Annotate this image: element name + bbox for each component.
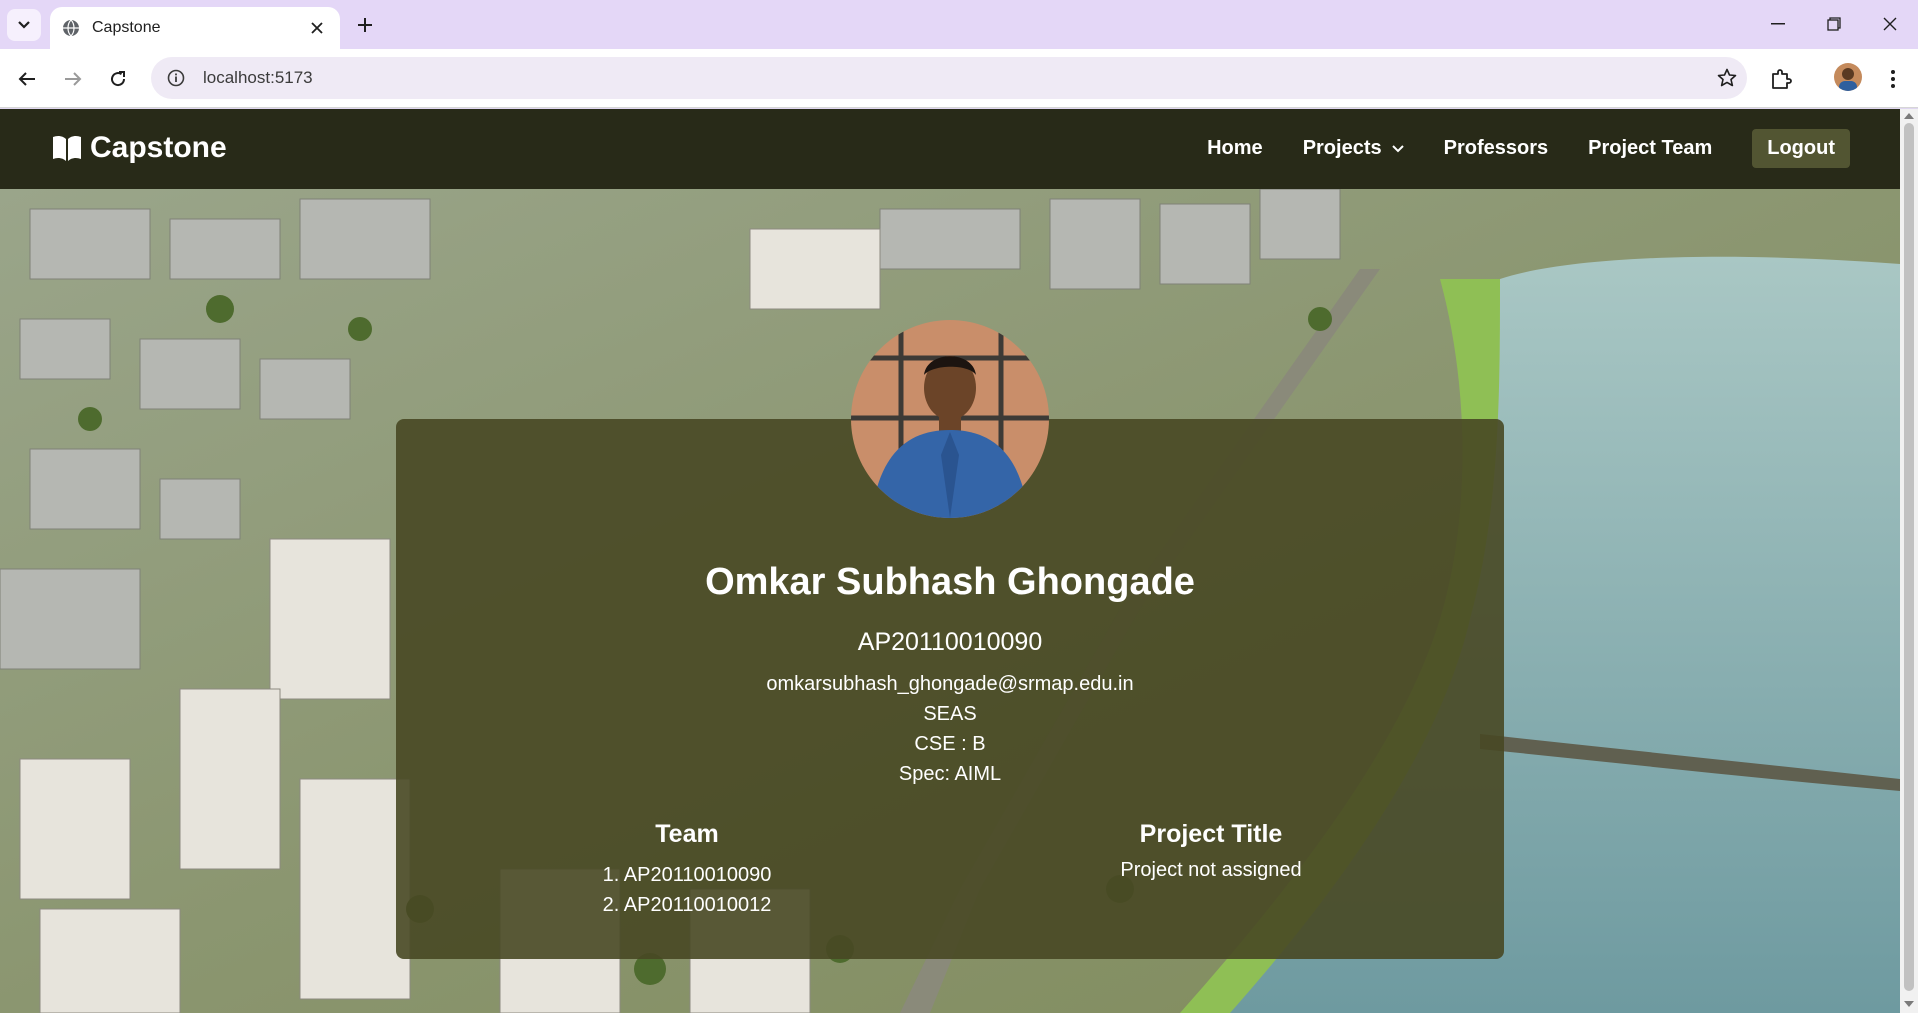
nav-link-project-team[interactable]: Project Team xyxy=(1588,137,1712,160)
puzzle-icon xyxy=(1772,69,1792,89)
scroll-down-arrow-icon[interactable] xyxy=(1904,1001,1914,1007)
close-tab-icon[interactable] xyxy=(306,17,328,39)
browser-tabstrip: Capstone xyxy=(0,0,1918,49)
student-school: SEAS xyxy=(923,703,977,725)
team-list: 1. AP20110010090 2. AP20110010012 xyxy=(487,860,887,920)
forward-button[interactable] xyxy=(57,63,89,95)
avatar xyxy=(851,320,1049,518)
plus-icon xyxy=(358,18,372,32)
close-icon xyxy=(1883,17,1897,31)
kebab-menu-icon xyxy=(1891,70,1895,88)
page-viewport: Capstone Home Projects Professors Projec… xyxy=(0,109,1918,1013)
team-heading: Team xyxy=(655,820,719,848)
arrow-right-icon xyxy=(65,72,82,86)
extensions-button[interactable] xyxy=(1764,62,1798,96)
arrow-left-icon xyxy=(18,72,35,86)
chevron-down-icon xyxy=(18,21,30,29)
nav-link-professors[interactable]: Professors xyxy=(1444,137,1549,160)
restore-icon xyxy=(1827,17,1841,31)
student-spec: Spec: AIML xyxy=(898,763,1002,785)
site-navbar: Capstone Home Projects Professors Projec… xyxy=(0,109,1900,189)
open-book-icon xyxy=(53,135,81,161)
chevron-down-icon xyxy=(1391,144,1404,152)
site-info-icon[interactable] xyxy=(165,67,187,89)
nav-link-projects-label: Projects xyxy=(1302,137,1382,159)
reload-button[interactable] xyxy=(102,63,134,95)
brand-logo[interactable]: Capstone xyxy=(52,131,227,165)
address-bar[interactable]: localhost:5173 xyxy=(151,57,1747,99)
nav-link-projects[interactable]: Projects xyxy=(1303,137,1404,160)
project-title-value: Project not assigned xyxy=(1120,859,1302,881)
student-name: Omkar Subhash Ghongade xyxy=(705,561,1195,603)
new-tab-button[interactable] xyxy=(352,12,378,38)
student-branch: CSE : B xyxy=(914,733,986,755)
globe-icon xyxy=(63,19,79,37)
project-title-heading: Project Title xyxy=(1139,820,1283,848)
tab-search-button[interactable] xyxy=(7,9,41,41)
brand-name: Capstone xyxy=(90,131,227,164)
logout-button[interactable]: Logout xyxy=(1752,129,1850,168)
scrollbar-thumb[interactable] xyxy=(1904,123,1914,991)
nav-link-home[interactable]: Home xyxy=(1207,137,1263,160)
minimize-button[interactable] xyxy=(1758,8,1798,40)
browser-menu-button[interactable] xyxy=(1878,63,1908,95)
nav-links: Home Projects Professors Project Team Lo… xyxy=(1167,129,1850,168)
bookmark-star-icon[interactable] xyxy=(1707,58,1747,98)
browser-toolbar: localhost:5173 xyxy=(0,49,1918,108)
browser-tab[interactable]: Capstone xyxy=(50,7,340,49)
tab-title: Capstone xyxy=(92,19,161,36)
restore-button[interactable] xyxy=(1814,8,1854,40)
student-id: AP20110010090 xyxy=(857,628,1043,656)
back-button[interactable] xyxy=(11,63,43,95)
student-email: omkarsubhash_ghongade@srmap.edu.in xyxy=(766,673,1134,695)
scroll-up-arrow-icon[interactable] xyxy=(1904,113,1914,119)
list-item: 2. AP20110010012 xyxy=(602,894,772,916)
reload-icon xyxy=(111,71,126,87)
avatar xyxy=(1834,63,1862,91)
url-text: localhost:5173 xyxy=(203,68,313,87)
page-scrollbar[interactable] xyxy=(1900,109,1918,1013)
minimize-icon xyxy=(1771,23,1785,25)
list-item: 1. AP20110010090 xyxy=(602,864,772,886)
profile-avatar-button[interactable] xyxy=(1834,63,1862,91)
close-window-button[interactable] xyxy=(1870,8,1910,40)
